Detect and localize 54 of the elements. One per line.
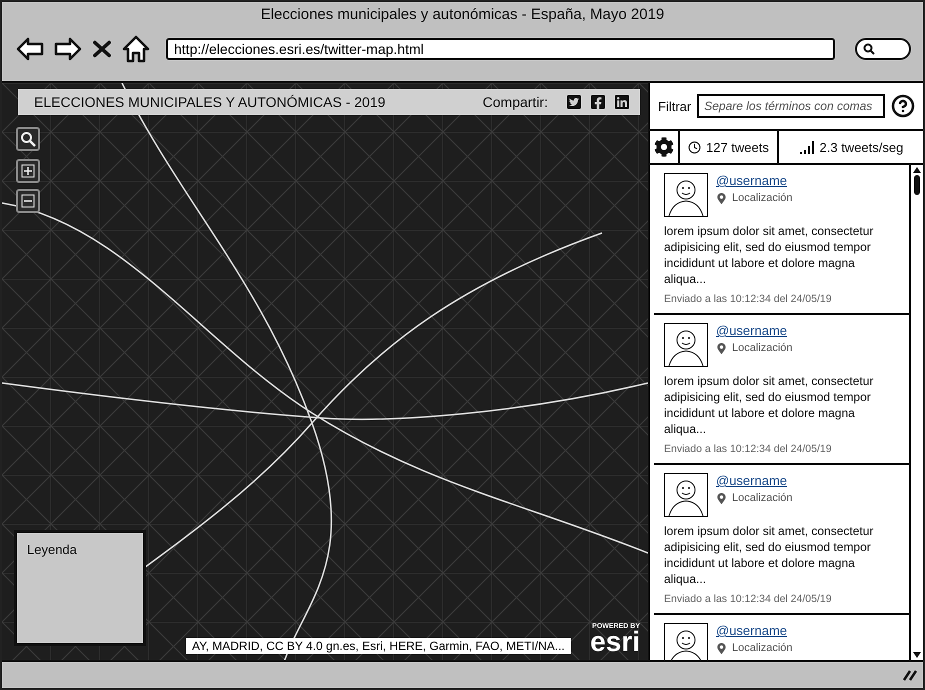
linkedin-icon[interactable] bbox=[614, 94, 630, 110]
window-title: Elecciones municipales y autonómicas - España, Mayo 2019 bbox=[260, 5, 666, 25]
map-pin-icon bbox=[716, 492, 727, 504]
username-link[interactable]: @username bbox=[716, 323, 793, 338]
search-icon bbox=[863, 43, 875, 55]
signal-bars-icon bbox=[798, 140, 815, 154]
zoom-out-button[interactable] bbox=[16, 189, 40, 213]
help-icon[interactable] bbox=[891, 94, 916, 118]
map-placeholder[interactable] bbox=[2, 83, 648, 660]
sent-time: Enviado a las 10:12:34 del 24/05/19 bbox=[664, 293, 833, 305]
map-pin-icon bbox=[716, 642, 727, 654]
search-button[interactable] bbox=[16, 127, 40, 151]
twitter-icon[interactable] bbox=[566, 94, 582, 110]
location: Localización bbox=[716, 642, 793, 654]
username-link[interactable]: @username bbox=[716, 473, 793, 488]
filter-label: Filtrar bbox=[658, 98, 692, 114]
location: Localización bbox=[716, 492, 793, 504]
username-link[interactable]: @username bbox=[716, 173, 793, 188]
tweet-text: lorem ipsum dolor sit amet, consectetur adipisicing elit, sed do eiusmod tempor incididunt ut labore et dolore magna aliqua... bbox=[664, 223, 874, 287]
avatar-icon bbox=[664, 323, 708, 367]
map-pin-icon bbox=[716, 192, 727, 204]
forward-arrow-icon[interactable] bbox=[54, 35, 82, 63]
scrollbar[interactable] bbox=[909, 165, 923, 660]
resize-grip-icon[interactable] bbox=[903, 669, 917, 681]
map-title: ELECCIONES MUNICIPALES Y AUTONÓMICAS - 2019 bbox=[34, 94, 386, 110]
legend-title: Leyenda bbox=[27, 542, 77, 557]
home-icon[interactable] bbox=[122, 35, 150, 63]
username-link[interactable]: @username bbox=[716, 623, 793, 638]
up-arrow-icon[interactable] bbox=[913, 167, 921, 173]
address-field[interactable]: http://elecciones.esri.es/twitter-map.html bbox=[166, 38, 835, 60]
minus-icon bbox=[21, 194, 35, 208]
location: Localización bbox=[716, 192, 793, 204]
down-arrow-icon[interactable] bbox=[913, 652, 921, 658]
zoom-in-button[interactable] bbox=[16, 159, 40, 183]
search-icon bbox=[20, 131, 36, 147]
sent-time: Enviado a las 10:12:34 del 24/05/19 bbox=[664, 593, 833, 605]
search-field[interactable] bbox=[855, 38, 911, 60]
filter-field[interactable]: Separe los términos con comas bbox=[697, 94, 886, 118]
tweet-text: lorem ipsum dolor sit amet, consectetur adipisicing elit, sed do eiusmod tempor incididunt ut labore et dolore magna aliqua... bbox=[664, 373, 874, 437]
back-arrow-icon[interactable] bbox=[16, 35, 44, 63]
map-attribution: AY, MADRID, CC BY 4.0 gn.es, Esri, HERE, Garmin, FAO, METI/NA... bbox=[186, 638, 571, 654]
clock-icon bbox=[688, 140, 701, 154]
facebook-icon[interactable] bbox=[590, 94, 606, 110]
sent-time: Enviado a las 10:12:34 del 24/05/19 bbox=[664, 443, 833, 455]
scroll-thumb[interactable] bbox=[914, 175, 920, 195]
avatar-icon bbox=[664, 473, 708, 517]
tweet-text: lorem ipsum dolor sit amet, consectetur adipisicing elit, sed do eiusmod tempor incididunt ut labore et dolore magna aliqua... bbox=[664, 523, 874, 587]
avatar-icon bbox=[664, 173, 708, 217]
tweet-count: 127 tweets bbox=[680, 131, 779, 163]
map-pin-icon bbox=[716, 342, 727, 354]
tweet-rate: 2.3 tweets/seg bbox=[778, 131, 923, 163]
plus-icon bbox=[21, 164, 35, 178]
location: Localización bbox=[716, 342, 793, 354]
share-label: Compartir: bbox=[482, 94, 548, 110]
